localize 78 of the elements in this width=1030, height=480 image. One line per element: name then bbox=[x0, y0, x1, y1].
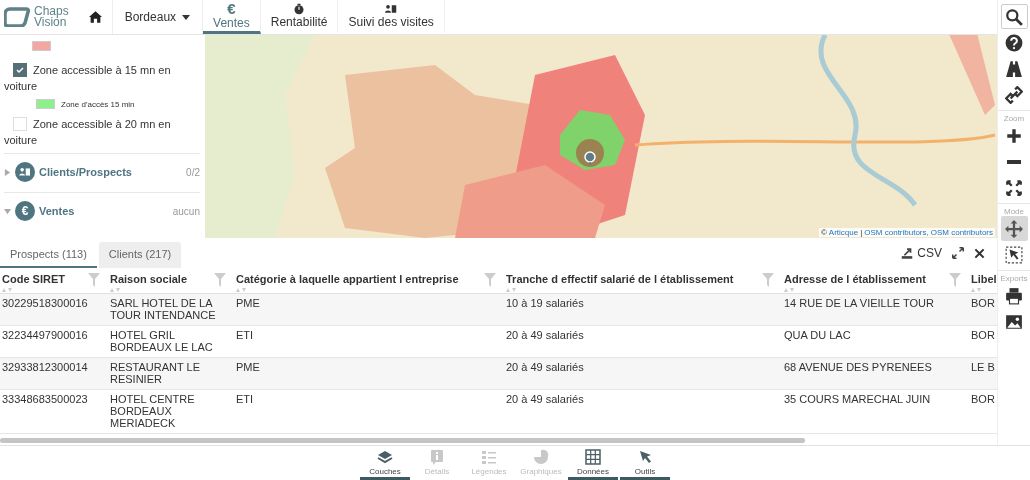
table-cell-text: 35 COURS MARECHAL JUIN bbox=[783, 392, 932, 407]
table-cell-text: PME bbox=[235, 296, 261, 311]
section-title[interactable]: Ventes bbox=[39, 205, 75, 218]
list-icon bbox=[480, 449, 498, 465]
table-cell-text: PME bbox=[235, 360, 261, 375]
nav-tab[interactable]: Couches bbox=[360, 446, 410, 480]
attribution-link[interactable]: Articque bbox=[828, 228, 859, 237]
table-cell-text: QUA DU LAC bbox=[783, 328, 852, 343]
nav-tab[interactable]: Données bbox=[568, 446, 618, 480]
attribution-link[interactable]: OSM contributors, bbox=[864, 228, 929, 237]
image-export-icon bbox=[1005, 312, 1023, 331]
table-cell-text: 33348683500023 bbox=[1, 392, 89, 407]
caret-icon[interactable] bbox=[4, 168, 11, 176]
layer-checkbox[interactable] bbox=[13, 63, 27, 78]
data-tab[interactable]: Clients (217) bbox=[98, 242, 182, 268]
road-icon bbox=[1005, 59, 1023, 78]
search-icon bbox=[1005, 7, 1023, 26]
table-cell-text: 10 à 19 salariés bbox=[505, 296, 585, 311]
table-cell-text: 32234497900016 bbox=[1, 328, 89, 343]
zoom-out-icon bbox=[1007, 159, 1021, 164]
table-cell-text: HOTEL CENTRE BORDEAUX MERIADECK bbox=[109, 392, 196, 431]
layer-label: Zone accessible à 15 mn en voiture bbox=[4, 63, 172, 94]
city-dropdown[interactable]: Bordeaux bbox=[111, 0, 204, 34]
table-cell-text: 30229518300016 bbox=[1, 296, 89, 311]
move-button[interactable] bbox=[1000, 216, 1028, 241]
section-count: aucun bbox=[172, 205, 200, 217]
table-cell-text: ETI bbox=[235, 328, 255, 343]
person-card-icon bbox=[384, 2, 399, 15]
grid-icon bbox=[584, 449, 602, 465]
logo-icon bbox=[4, 7, 30, 27]
table-cell-text: 32933812300014 bbox=[1, 360, 89, 375]
horizontal-scrollbar[interactable] bbox=[0, 438, 805, 443]
table-cell-text: HOTEL GRIL BORDEAUX LE LAC bbox=[109, 328, 214, 355]
section-count: 0/2 bbox=[186, 166, 200, 178]
header-tab[interactable]: € Ventes bbox=[203, 0, 261, 34]
fit-extent-icon bbox=[1005, 178, 1023, 197]
table-cell-text: LE B bbox=[970, 360, 996, 375]
table-cell-text: BOR bbox=[970, 328, 996, 343]
table-cell-text: 68 AVENUE DES PYRENEES bbox=[783, 360, 933, 375]
print-icon bbox=[1005, 286, 1023, 305]
table-cell-text: SARL HOTEL DE LA TOUR INTENDANCE bbox=[109, 296, 217, 323]
select-icon bbox=[1005, 245, 1023, 264]
table-cell-text: 20 à 49 salariés bbox=[505, 328, 585, 343]
nav-tab[interactable]: Outils bbox=[620, 446, 670, 480]
table-cell-text: 20 à 49 salariés bbox=[505, 392, 585, 407]
close-icon[interactable] bbox=[974, 247, 985, 259]
exports-label: Exports bbox=[998, 270, 1030, 283]
pie-chart-icon bbox=[532, 449, 550, 465]
link-icon bbox=[1005, 85, 1023, 104]
home-icon bbox=[88, 11, 102, 23]
csv-export-button[interactable]: CSV bbox=[900, 246, 942, 260]
section-title[interactable]: Clients/Prospects bbox=[39, 166, 132, 179]
help-icon bbox=[1005, 33, 1023, 52]
person-card-icon bbox=[15, 162, 35, 183]
search-button[interactable] bbox=[1000, 4, 1028, 29]
layers-icon bbox=[376, 449, 394, 465]
move-icon bbox=[1005, 219, 1023, 238]
map-pin-icon[interactable] bbox=[584, 151, 596, 165]
table-cell-text: ETI bbox=[235, 392, 255, 407]
table-cell-text: BOR bbox=[970, 296, 996, 311]
caret-icon[interactable] bbox=[4, 207, 11, 215]
table-cell-text: BOR bbox=[970, 392, 996, 407]
legend-label: Zone d'accès 15 min bbox=[61, 99, 135, 109]
attribution-text: © bbox=[820, 228, 827, 237]
zoom-label: Zoom bbox=[998, 110, 1030, 123]
zoom-in-icon bbox=[1005, 126, 1023, 145]
logo-text: Chaps Vision bbox=[34, 6, 69, 28]
export-icon bbox=[900, 246, 915, 260]
expand-icon[interactable] bbox=[952, 247, 964, 259]
table-cell-text: 14 RUE DE LA VIEILLE TOUR bbox=[783, 296, 935, 311]
attribution-link[interactable]: OSM contributors bbox=[930, 228, 993, 237]
table-cell-text: 20 à 49 salariés bbox=[505, 360, 585, 375]
table-cell-text: RESTAURANT LE RESINIER bbox=[109, 360, 202, 387]
attribution-text: | bbox=[860, 228, 863, 237]
layer-label: Zone accessible à 20 mn en voiture bbox=[4, 117, 172, 148]
info-icon bbox=[428, 449, 446, 465]
euro-icon: € bbox=[15, 201, 35, 222]
caret-icon bbox=[182, 14, 191, 20]
